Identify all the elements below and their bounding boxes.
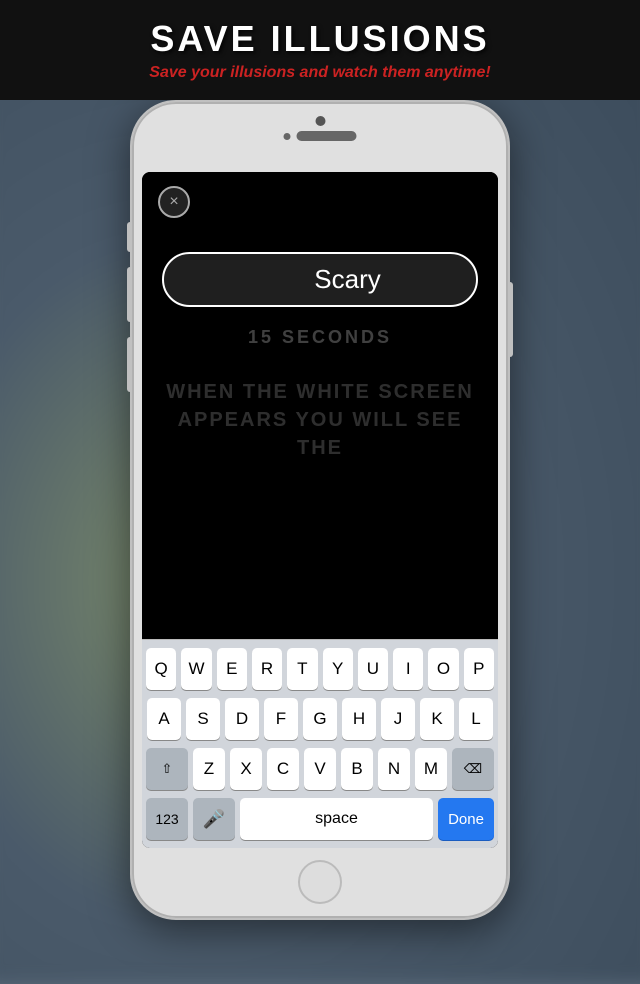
- phone-frame: × × 15 SECONDS WHEN THE WHITE SCREENAPPE…: [130, 100, 510, 920]
- sensor-dot: [284, 133, 291, 140]
- key-Q[interactable]: Q: [146, 648, 176, 690]
- earpiece-speaker: [297, 131, 357, 141]
- key-K[interactable]: K: [420, 698, 454, 740]
- microphone-key[interactable]: 🎤: [193, 798, 235, 840]
- key-X[interactable]: X: [230, 748, 262, 790]
- close-modal-button[interactable]: ×: [158, 186, 190, 218]
- key-E[interactable]: E: [217, 648, 247, 690]
- instruction-label: WHEN THE WHITE SCREENAPPEARS YOU WILL SE…: [162, 378, 478, 462]
- key-C[interactable]: C: [267, 748, 299, 790]
- text-input-container: ×: [162, 252, 478, 307]
- keyboard-row-3: ⇧ Z X C V B N M ⌫: [146, 748, 494, 790]
- key-R[interactable]: R: [252, 648, 282, 690]
- keyboard-bottom-row: 123 🎤 space Done: [146, 798, 494, 840]
- numeric-key[interactable]: 123: [146, 798, 188, 840]
- key-U[interactable]: U: [358, 648, 388, 690]
- key-D[interactable]: D: [225, 698, 259, 740]
- speaker-area: [284, 131, 357, 141]
- banner-subtitle: Save your illusions and watch them anyti…: [149, 64, 490, 82]
- key-F[interactable]: F: [264, 698, 298, 740]
- key-S[interactable]: S: [186, 698, 220, 740]
- key-A[interactable]: A: [147, 698, 181, 740]
- modal-content: × 15 SECONDS WHEN THE WHITE SCREENAPPEAR…: [142, 232, 498, 639]
- volume-down-button[interactable]: [127, 337, 132, 392]
- key-M[interactable]: M: [415, 748, 447, 790]
- banner-title: SAVE ILLUSIONS: [150, 18, 489, 60]
- keyboard: Q W E R T Y U I O P A S D F G: [142, 639, 498, 848]
- key-V[interactable]: V: [304, 748, 336, 790]
- key-Y[interactable]: Y: [323, 648, 353, 690]
- phone-top-hardware: [284, 116, 357, 141]
- timer-label: 15 SECONDS: [248, 327, 392, 348]
- phone-screen: × × 15 SECONDS WHEN THE WHITE SCREENAPPE…: [142, 172, 498, 848]
- shift-key[interactable]: ⇧: [146, 748, 188, 790]
- volume-silent-button[interactable]: [127, 222, 132, 252]
- key-J[interactable]: J: [381, 698, 415, 740]
- key-T[interactable]: T: [287, 648, 317, 690]
- key-O[interactable]: O: [428, 648, 458, 690]
- volume-up-button[interactable]: [127, 267, 132, 322]
- delete-key[interactable]: ⌫: [452, 748, 494, 790]
- key-W[interactable]: W: [181, 648, 211, 690]
- key-Z[interactable]: Z: [193, 748, 225, 790]
- keyboard-row-1: Q W E R T Y U I O P: [146, 648, 494, 690]
- done-key[interactable]: Done: [438, 798, 494, 840]
- key-I[interactable]: I: [393, 648, 423, 690]
- key-L[interactable]: L: [459, 698, 493, 740]
- illusion-name-input[interactable]: [180, 264, 498, 295]
- modal-overlay: × × 15 SECONDS WHEN THE WHITE SCREENAPPE…: [142, 172, 498, 848]
- key-N[interactable]: N: [378, 748, 410, 790]
- front-camera: [315, 116, 325, 126]
- modal-top-bar: ×: [142, 172, 498, 232]
- key-G[interactable]: G: [303, 698, 337, 740]
- space-key[interactable]: space: [240, 798, 433, 840]
- home-button[interactable]: [298, 860, 342, 904]
- key-B[interactable]: B: [341, 748, 373, 790]
- power-button[interactable]: [508, 282, 513, 357]
- top-banner: SAVE ILLUSIONS Save your illusions and w…: [0, 0, 640, 100]
- key-P[interactable]: P: [464, 648, 494, 690]
- key-H[interactable]: H: [342, 698, 376, 740]
- keyboard-row-2: A S D F G H J K L: [146, 698, 494, 740]
